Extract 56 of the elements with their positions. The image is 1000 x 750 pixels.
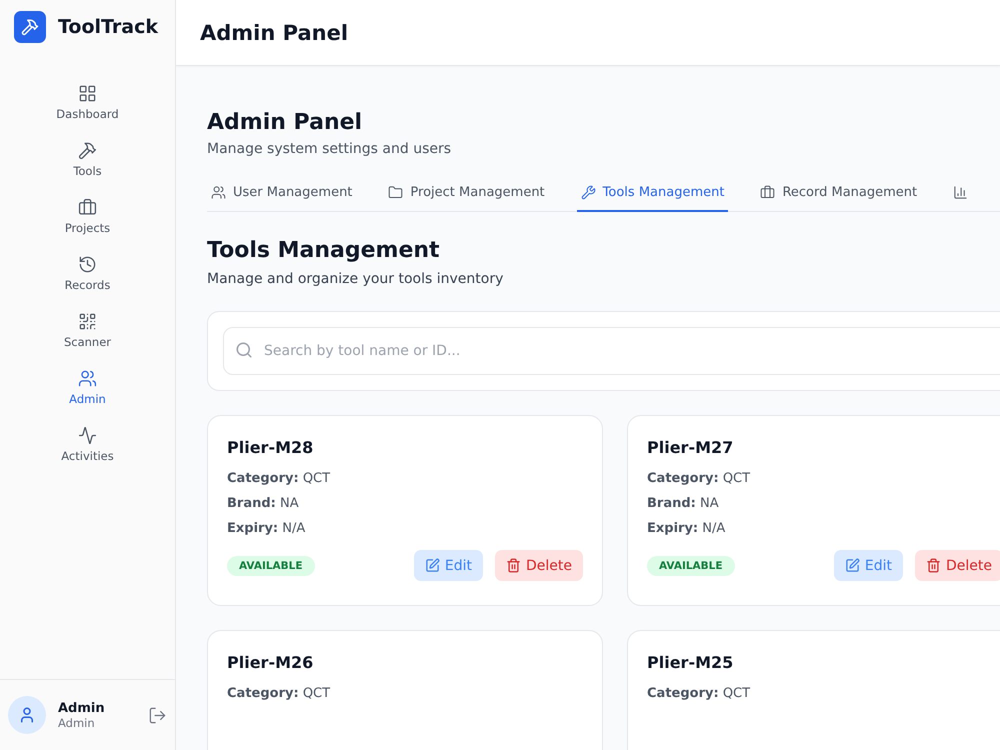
app-name: ToolTrack — [58, 16, 158, 38]
users-icon — [78, 369, 97, 388]
edit-icon — [844, 558, 860, 573]
tool-name: Plier-M26 — [227, 653, 314, 672]
tab[interactable]: Tools Management — [576, 185, 728, 212]
status-badge: AVAILABLE — [647, 556, 735, 576]
sidebar-item[interactable]: Records — [0, 255, 175, 292]
user-name: Admin — [58, 700, 106, 716]
status-badge: AVAILABLE — [227, 556, 315, 576]
sidebar-item[interactable]: Activities — [0, 426, 175, 463]
sidebar-item[interactable]: Tools — [0, 141, 175, 178]
briefcase-icon — [760, 185, 776, 200]
sidebar-item[interactable]: Dashboard — [0, 84, 175, 121]
tool-field: Category: QCT — [227, 471, 583, 486]
bar-chart-icon — [953, 185, 968, 200]
wrench-icon — [580, 185, 596, 200]
page-title: Admin Panel — [207, 110, 364, 135]
user-role: Admin — [58, 716, 96, 730]
trash-icon — [506, 558, 521, 573]
briefcase-icon — [78, 198, 97, 217]
search-icon — [235, 341, 253, 359]
section-title: Tools Management — [207, 238, 441, 263]
tool-name: Plier-M28 — [227, 438, 314, 457]
trash-icon — [926, 558, 941, 573]
avatar — [8, 696, 46, 734]
tab[interactable]: User Management — [207, 185, 356, 212]
section-subtitle: Manage and organize your tools inventory — [207, 271, 504, 287]
tab[interactable]: Record Management — [756, 185, 922, 212]
tool-field: Category: QCT — [647, 471, 1000, 486]
search-field[interactable]: Search by tool name or ID... — [223, 327, 1000, 375]
history-icon — [78, 255, 97, 274]
qr-code-icon — [78, 312, 97, 331]
sidebar-item[interactable]: Scanner — [0, 312, 175, 349]
folder-icon — [388, 185, 404, 200]
tool-field: Expiry: N/A — [647, 521, 1000, 536]
logo-icon — [14, 11, 46, 43]
tab[interactable]: Project Management — [384, 185, 549, 212]
grid-icon — [78, 84, 97, 103]
tool-field: Category: QCT — [227, 686, 583, 701]
tool-name: Plier-M27 — [647, 438, 734, 457]
users-icon — [211, 185, 226, 200]
page-subtitle: Manage system settings and users — [207, 141, 452, 157]
tool-field: Expiry: N/A — [227, 521, 583, 536]
edit-icon — [424, 558, 440, 573]
activity-icon — [78, 426, 97, 445]
logout-icon[interactable] — [148, 706, 167, 724]
tool-field: Brand: NA — [227, 496, 583, 511]
tool-name: Plier-M25 — [647, 653, 734, 672]
delete-button[interactable]: Delete — [495, 550, 583, 581]
sidebar-item[interactable]: Admin — [0, 369, 175, 406]
tool-field: Category: QCT — [647, 686, 1000, 701]
hammer-icon — [78, 141, 97, 160]
sidebar-item[interactable]: Projects — [0, 198, 175, 235]
tool-field: Brand: NA — [647, 496, 1000, 511]
header-title: Admin Panel — [200, 20, 348, 44]
delete-button[interactable]: Delete — [915, 550, 1000, 581]
